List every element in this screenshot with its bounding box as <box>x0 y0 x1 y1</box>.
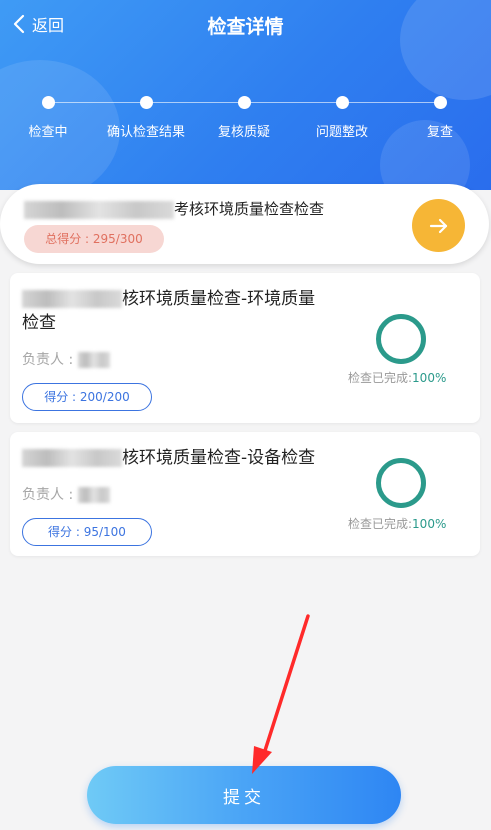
check-item-title-line2: 检查 <box>22 313 56 333</box>
step-dot <box>335 96 349 109</box>
completion-percent: 100% <box>412 517 447 531</box>
check-item-title-text: 核环境质量检查-环境质量 <box>122 289 316 309</box>
step-dot <box>139 96 153 109</box>
step-checking: 检查中 <box>3 95 93 140</box>
completion-status: 检查已完成:100% <box>348 515 446 532</box>
check-item-card[interactable]: 核环境质量检查-设备检查 负责人 : 得分 : 95/100 检查已完成:100… <box>10 432 480 556</box>
redacted-text <box>22 449 122 467</box>
step-dot <box>433 96 447 109</box>
redacted-text <box>77 352 110 368</box>
step-dot <box>41 96 55 109</box>
summary-name-text: 考核环境质量检查检查 <box>174 200 325 218</box>
redacted-text <box>77 487 110 503</box>
score-badge: 得分 : 95/100 <box>22 518 152 546</box>
check-item-title: 核环境质量检查-设备检查 <box>22 446 342 470</box>
completion-label: 检查已完成: <box>348 517 413 531</box>
step-label: 检查中 <box>28 125 68 140</box>
completion-status: 检查已完成:100% <box>348 369 446 386</box>
summary-card: 考核环境质量检查检查 总得分 : 295/300 <box>0 184 489 264</box>
annotation-arrow-icon <box>252 614 310 774</box>
owner-label: 负责人 : <box>22 352 74 368</box>
step-label: 复核质疑 <box>217 125 270 140</box>
step-label: 问题整改 <box>315 125 368 140</box>
redacted-text <box>22 290 122 308</box>
step-rectify: 问题整改 <box>297 95 387 140</box>
owner-info: 负责人 : <box>22 349 110 369</box>
step-label: 确认检查结果 <box>106 125 185 140</box>
step-recheck: 复查 <box>395 95 485 140</box>
completion-percent: 100% <box>412 371 447 385</box>
score-badge: 得分 : 200/200 <box>22 383 152 411</box>
arrow-right-icon <box>429 218 447 233</box>
step-review-question: 复核质疑 <box>199 95 289 140</box>
check-item-title-text: 核环境质量检查-设备检查 <box>122 448 316 468</box>
step-dot <box>237 96 251 109</box>
page-title: 检查详情 <box>207 16 284 38</box>
check-item-card[interactable]: 核环境质量检查-环境质量 检查 负责人 : 得分 : 200/200 检查已完成… <box>10 273 480 423</box>
summary-name: 考核环境质量检查检查 <box>24 198 324 219</box>
total-score-badge: 总得分 : 295/300 <box>24 225 164 253</box>
progress-steps: 检查中 确认检查结果 复核质疑 问题整改 复查 <box>0 95 491 145</box>
completion-label: 检查已完成: <box>348 371 413 385</box>
step-label: 复查 <box>426 125 453 140</box>
completion-ring <box>376 458 426 508</box>
check-item-title: 核环境质量检查-环境质量 检查 <box>22 287 342 335</box>
next-arrow-button[interactable] <box>412 199 465 252</box>
header: 返回 检查详情 检查中 确认检查结果 复核质疑 问题整改 复查 <box>0 0 491 190</box>
owner-info: 负责人 : <box>22 484 110 504</box>
redacted-text <box>24 200 174 219</box>
step-confirm-result: 确认检查结果 <box>101 95 191 140</box>
owner-label: 负责人 : <box>22 487 74 503</box>
completion-ring <box>376 314 426 364</box>
